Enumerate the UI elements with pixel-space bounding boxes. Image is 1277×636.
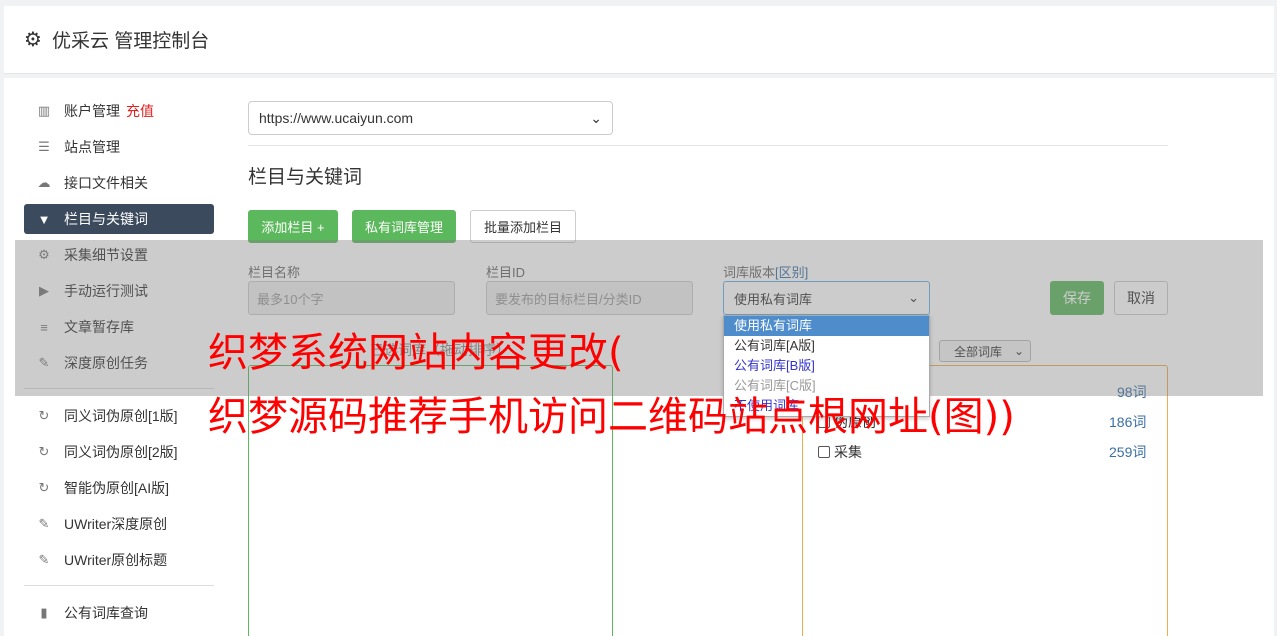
sidebar-item-uwriter[interactable]: ✎ UWriter深度原创: [24, 509, 214, 539]
batch-add-button[interactable]: 批量添加栏目: [470, 210, 576, 243]
list-item-label: 采集: [834, 444, 862, 460]
private-lib-button[interactable]: 私有词库管理: [352, 210, 456, 243]
site-select-value: https://www.ucaiyun.com: [259, 110, 414, 126]
sidebar-item-label: 公有词库查询: [64, 605, 148, 621]
sidebar-item-account[interactable]: ▥ 账户管理 充值: [24, 96, 214, 126]
sidebar-item-interface[interactable]: ☁ 接口文件相关: [24, 168, 214, 198]
dropdown-option[interactable]: 公有词库[B版]: [724, 356, 929, 376]
site-select[interactable]: https://www.ucaiyun.com ⌄: [248, 101, 613, 135]
app-title: 优采云 管理控制台: [51, 31, 210, 52]
list-item[interactable]: 采集: [818, 442, 862, 462]
sidebar-item-label: UWriter原创标题: [64, 552, 168, 568]
cloud-upload-icon: ☁: [37, 175, 51, 190]
word-count: 186词: [1109, 414, 1147, 430]
sidebar-item-label: 同义词伪原创[2版]: [64, 444, 178, 460]
sidebar-divider: [24, 585, 214, 586]
word-count: 259词: [1109, 444, 1147, 460]
sidebar-item-label: 同义词伪原创[1版]: [64, 408, 178, 424]
sidebar-item-label: 站点管理: [64, 139, 120, 155]
refresh-icon: ↻: [38, 408, 50, 423]
sidebar-item-synonym-2[interactable]: ↻ 同义词伪原创[2版]: [24, 437, 214, 467]
sidebar-item-sites[interactable]: ☰ 站点管理: [24, 132, 214, 162]
sidebar-item-synonym-1[interactable]: ↻ 同义词伪原创[1版]: [24, 401, 214, 431]
sidebar-item-label: 账户管理: [64, 103, 120, 119]
sidebar-item-ai[interactable]: ↻ 智能伪原创[AI版]: [24, 473, 214, 503]
watermark-line-1: 织梦系统网站内容更改(: [208, 330, 624, 376]
sidebar-item-label: 智能伪原创[AI版]: [64, 480, 170, 496]
gray-overlay: [15, 240, 1263, 396]
chevron-down-icon: ⌄: [590, 109, 602, 126]
edit-icon: ✎: [38, 516, 50, 531]
checkbox[interactable]: [818, 446, 830, 458]
refresh-icon: ↻: [38, 444, 50, 459]
watermark-line-2: 织梦源码推荐手机访问二维码站点根网址(图)): [208, 394, 1015, 440]
add-column-button[interactable]: 添加栏目 +: [248, 210, 338, 243]
divider: [248, 145, 1168, 146]
edit-icon: ✎: [38, 552, 50, 567]
sidebar-item-uwriter-title[interactable]: ✎ UWriter原创标题: [24, 545, 214, 575]
dropdown-option[interactable]: 使用私有词库: [724, 316, 929, 336]
sidebar-item-public-lib[interactable]: ▮ 公有词库查询: [24, 598, 214, 628]
dropdown-option[interactable]: 公有词库[A版]: [724, 336, 929, 356]
sidebar-item-columns[interactable]: ▼ 栏目与关键词: [24, 204, 214, 234]
recharge-link[interactable]: 充值: [126, 101, 154, 121]
sidebar-item-label: 栏目与关键词: [64, 211, 148, 227]
section-title: 栏目与关键词: [248, 167, 363, 188]
sidebar-item-label: 接口文件相关: [64, 175, 148, 191]
book-icon: ▮: [40, 605, 48, 620]
app-header: ⚙ 优采云 管理控制台: [4, 6, 1274, 74]
server-icon: ☰: [38, 139, 50, 154]
filter-icon: ▼: [37, 211, 51, 227]
sidebar-item-label: UWriter深度原创: [64, 516, 168, 532]
refresh-icon: ↻: [38, 480, 50, 495]
gear-icon: ⚙: [24, 29, 42, 51]
bar-chart-icon: ▥: [37, 103, 51, 118]
